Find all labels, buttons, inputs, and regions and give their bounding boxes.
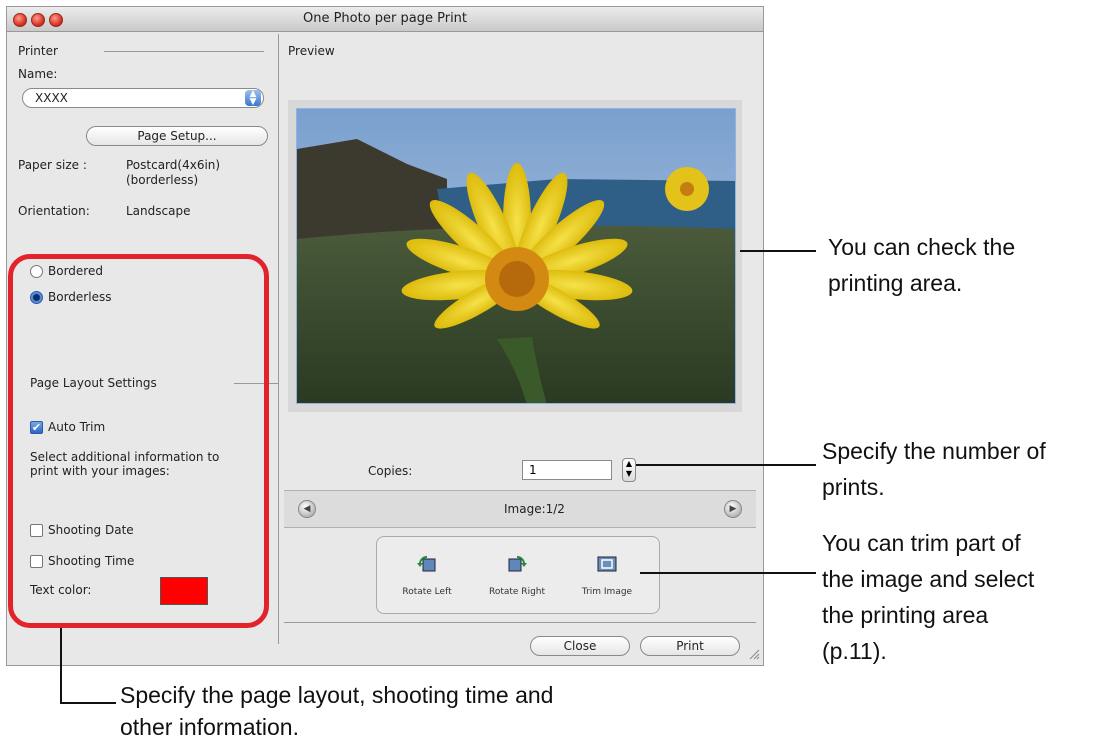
rotate-right-icon [508, 555, 527, 572]
annotation-line-layout-vertical [60, 628, 62, 704]
copies-label: Copies: [368, 464, 413, 478]
previous-image-icon[interactable]: ◀ [298, 500, 316, 518]
copies-input[interactable]: 1 [522, 460, 612, 480]
annotation-line-copies [636, 464, 816, 466]
paper-size-value-detail: (borderless) [126, 173, 199, 187]
rotate-left-tool[interactable]: Rotate Left [387, 537, 467, 613]
print-button[interactable]: Print [640, 636, 740, 656]
annotation-printing-area-line2: printing area. [828, 270, 963, 296]
annotation-printing-area-line1: You can check the [828, 234, 1016, 260]
window-title: One Photo per page Print [302, 11, 468, 26]
annotation-line-trim [640, 572, 816, 574]
title-bar[interactable]: One Photo per page Print [7, 7, 763, 32]
trim-image-label: Trim Image [581, 587, 633, 597]
orientation-label: Orientation: [18, 204, 90, 218]
rotate-left-icon [417, 555, 436, 572]
printer-name-label: Name: [18, 67, 58, 81]
printer-section-label: Printer [18, 44, 58, 58]
trim-image-icon [597, 556, 617, 572]
annotation-trim-line1: You can trim part of [822, 530, 1021, 556]
annotation-line-printing-area [740, 250, 816, 252]
flower-photo-image [297, 109, 735, 403]
annotation-layout-line1: Specify the page layout, shooting time a… [120, 682, 554, 708]
next-image-icon[interactable]: ▶ [724, 500, 742, 518]
orientation-value: Landscape [126, 204, 191, 218]
annotation-copies-line1: Specify the number of [822, 438, 1046, 464]
preview-heading: Preview [288, 44, 335, 58]
rotate-left-label: Rotate Left [402, 587, 452, 597]
page-setup-button[interactable]: Page Setup... [86, 126, 268, 146]
printer-section-divider [104, 51, 264, 52]
panel-divider [278, 34, 279, 644]
annotation-trim-line2: the image and select [822, 566, 1035, 592]
image-tools-panel: Rotate Left Rotate Right Trim Image [376, 536, 660, 614]
popup-arrows-icon: ▲ ▼ [245, 90, 261, 107]
printer-name-value: XXXX [35, 91, 68, 105]
annotation-line-layout-horizontal [60, 702, 116, 704]
annotation-copies-line2: prints. [822, 474, 885, 500]
resize-grip-icon[interactable] [748, 648, 760, 660]
layout-highlight-box [8, 254, 269, 628]
annotation-trim-line4: (p.11). [822, 638, 887, 664]
trim-image-tool[interactable]: Trim Image [567, 537, 647, 613]
printer-name-select[interactable]: XXXX ▲ ▼ [22, 88, 264, 108]
close-button[interactable]: Close [530, 636, 630, 656]
bottom-divider [284, 622, 756, 623]
annotation-layout-line2: other information. [120, 714, 299, 740]
paper-size-value: Postcard(4x6in) [126, 158, 221, 172]
annotation-trim-line3: the printing area [822, 602, 989, 628]
image-navigation-bar: ◀ Image:1/2 ▶ [284, 490, 756, 528]
image-counter: Image:1/2 [504, 502, 565, 516]
preview-photo [296, 108, 736, 404]
rotate-right-label: Rotate Right [488, 587, 546, 597]
copies-stepper[interactable]: ▲ ▼ [622, 458, 636, 482]
paper-size-label: Paper size : [18, 158, 87, 172]
rotate-right-tool[interactable]: Rotate Right [477, 537, 557, 613]
